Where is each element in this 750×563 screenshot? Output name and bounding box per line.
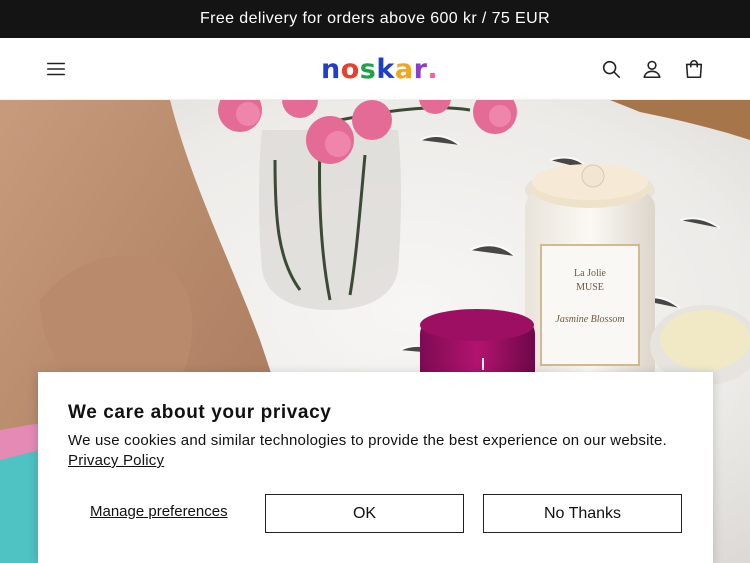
logo-letter: r — [413, 54, 428, 85]
logo-letter: s — [359, 54, 377, 85]
no-thanks-button[interactable]: No Thanks — [483, 494, 682, 533]
logo-letter: k — [376, 54, 395, 85]
manage-preferences-link[interactable]: Manage preferences — [90, 503, 228, 520]
announcement-bar: Free delivery for orders above 600 kr / … — [0, 0, 750, 38]
logo-letter: n — [321, 54, 341, 85]
logo-letter: o — [340, 54, 360, 85]
cookie-title: We care about your privacy — [68, 402, 332, 423]
candle-label-line1: La Jolie — [574, 268, 606, 279]
candle-label — [540, 244, 640, 366]
ok-button[interactable]: OK — [265, 494, 464, 533]
cart-icon — [685, 60, 703, 79]
account-button[interactable] — [637, 54, 667, 84]
search-icon — [602, 60, 621, 79]
announcement-text: Free delivery for orders above 600 kr / … — [199, 10, 551, 27]
privacy-policy-link[interactable]: Privacy Policy — [68, 452, 164, 469]
brand-logo[interactable]: noskar. — [321, 53, 438, 87]
logo-letter: . — [427, 54, 439, 85]
cart-button[interactable] — [679, 54, 709, 84]
cookie-body: We use cookies and similar technologies … — [68, 431, 698, 471]
menu-icon — [46, 62, 66, 76]
cookie-banner: We care about your privacy We use cookie… — [38, 372, 713, 563]
candle-label-line2: MUSE — [576, 282, 604, 293]
cookie-body-text: We use cookies and similar technologies … — [68, 432, 667, 449]
search-button[interactable] — [596, 54, 626, 84]
candle-label-script: Jasmine Blossom — [555, 314, 624, 325]
menu-button[interactable] — [41, 54, 71, 84]
account-icon — [643, 60, 661, 79]
logo-letter: a — [394, 54, 414, 85]
